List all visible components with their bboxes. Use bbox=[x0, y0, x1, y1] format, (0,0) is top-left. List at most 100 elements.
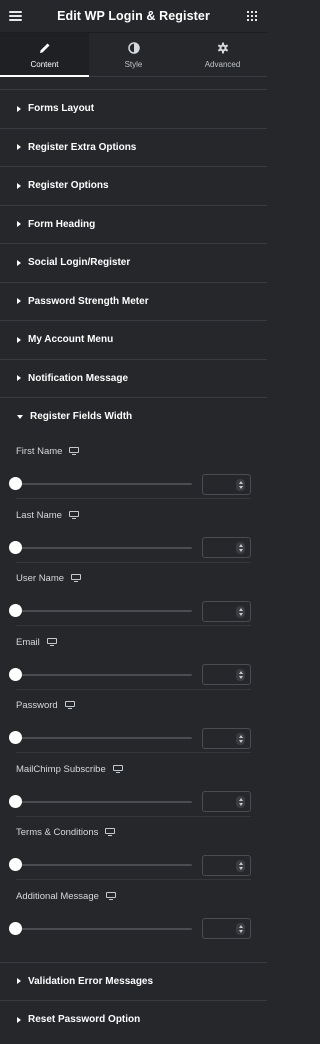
desktop-icon[interactable] bbox=[64, 701, 75, 710]
section-label: Form Heading bbox=[28, 218, 96, 230]
width-slider[interactable] bbox=[9, 858, 192, 872]
field-label: Terms & Conditions bbox=[16, 827, 99, 838]
section-reset-password-option[interactable]: Reset Password Option bbox=[0, 1000, 267, 1039]
section-label: My Account Menu bbox=[28, 334, 114, 346]
section-register-fields-width[interactable]: Register Fields Width bbox=[0, 397, 267, 436]
section-forms-layout[interactable]: Forms Layout bbox=[0, 89, 267, 128]
desktop-icon[interactable] bbox=[68, 510, 79, 520]
spinner-icon[interactable] bbox=[236, 478, 245, 491]
section-label: Social Login/Register bbox=[28, 257, 131, 269]
field-label: Additional Message bbox=[16, 890, 99, 902]
slider-handle[interactable] bbox=[9, 858, 22, 871]
caret-right-icon bbox=[17, 144, 21, 151]
desktop-icon[interactable] bbox=[69, 447, 80, 456]
width-slider[interactable] bbox=[9, 731, 192, 745]
field-first-name-width: First Name bbox=[9, 436, 251, 499]
section-social-login-register[interactable]: Social Login/Register bbox=[0, 243, 267, 282]
width-slider[interactable] bbox=[9, 667, 192, 682]
width-number-input[interactable] bbox=[202, 600, 251, 622]
tab-style[interactable]: Style bbox=[89, 33, 178, 76]
section-my-account-menu[interactable]: My Account Menu bbox=[0, 320, 267, 359]
width-number-input[interactable] bbox=[202, 727, 251, 749]
spinner-icon[interactable] bbox=[236, 796, 245, 808]
field-label: First Name bbox=[16, 446, 63, 457]
panel-header: Edit WP Login & Register bbox=[0, 0, 267, 33]
tab-advanced[interactable]: Advanced bbox=[178, 33, 267, 76]
field-email-width: Email bbox=[9, 626, 251, 690]
grid-icon[interactable] bbox=[247, 11, 257, 21]
section-label: Register Options bbox=[28, 180, 109, 192]
spinner-icon[interactable] bbox=[236, 859, 245, 872]
tab-label: Style bbox=[124, 59, 143, 69]
section-register-extra-options[interactable]: Register Extra Options bbox=[0, 127, 267, 167]
field-last-name-width: Last Name bbox=[9, 499, 251, 563]
hamburger-icon[interactable] bbox=[9, 11, 22, 21]
pencil-icon bbox=[38, 41, 52, 55]
desktop-icon[interactable] bbox=[105, 891, 116, 901]
spinner-icon[interactable] bbox=[236, 923, 245, 935]
caret-right-icon bbox=[17, 1016, 21, 1023]
field-terms-conditions-width: Terms & Conditions bbox=[9, 817, 251, 880]
panel-title: Edit WP Login & Register bbox=[57, 9, 210, 23]
width-number-input[interactable] bbox=[202, 537, 251, 558]
field-password-width: Password bbox=[9, 690, 251, 753]
caret-right-icon bbox=[17, 978, 21, 985]
width-number-input[interactable] bbox=[202, 664, 251, 685]
desktop-icon[interactable] bbox=[112, 764, 123, 774]
tab-label: Advanced bbox=[204, 59, 241, 69]
width-slider[interactable] bbox=[9, 794, 192, 809]
caret-down-icon bbox=[17, 414, 23, 419]
tab-label: Content bbox=[30, 59, 59, 69]
panel-tabs: Content Style Advanced bbox=[0, 33, 267, 77]
spinner-icon[interactable] bbox=[236, 542, 245, 554]
width-slider[interactable] bbox=[9, 540, 192, 555]
section-notification-message[interactable]: Notification Message bbox=[0, 358, 267, 398]
caret-right-icon bbox=[17, 105, 21, 112]
section-password-strength-meter[interactable]: Password Strength Meter bbox=[0, 281, 267, 321]
caret-right-icon bbox=[17, 375, 21, 382]
width-number-input[interactable] bbox=[202, 473, 251, 495]
section-label: Forms Layout bbox=[28, 103, 95, 115]
section-label: Register Fields Width bbox=[30, 411, 133, 423]
field-label: MailChimp Subscribe bbox=[16, 763, 106, 775]
field-label: Last Name bbox=[16, 509, 62, 521]
width-number-input[interactable] bbox=[202, 791, 251, 812]
slider-handle[interactable] bbox=[9, 667, 22, 681]
width-slider[interactable] bbox=[9, 921, 192, 936]
caret-right-icon bbox=[17, 259, 21, 266]
section-label: Notification Message bbox=[28, 372, 129, 384]
width-number-input[interactable] bbox=[202, 854, 251, 876]
field-label: Email bbox=[16, 636, 40, 648]
caret-right-icon bbox=[17, 182, 21, 189]
spinner-icon[interactable] bbox=[236, 605, 245, 618]
caret-right-icon bbox=[17, 221, 21, 228]
tab-content[interactable]: Content bbox=[0, 33, 89, 77]
caret-right-icon bbox=[17, 298, 21, 305]
width-number-input[interactable] bbox=[202, 918, 251, 939]
slider-handle[interactable] bbox=[9, 540, 22, 554]
field-additional-message-width: Additional Message bbox=[9, 880, 251, 944]
desktop-icon[interactable] bbox=[105, 828, 116, 837]
slider-handle[interactable] bbox=[9, 794, 22, 808]
width-slider[interactable] bbox=[9, 477, 192, 491]
contrast-icon bbox=[127, 41, 141, 55]
spinner-icon[interactable] bbox=[236, 732, 245, 745]
section-validation-error-messages[interactable]: Validation Error Messages bbox=[0, 961, 267, 1001]
slider-handle[interactable] bbox=[9, 604, 22, 617]
section-label: Password Strength Meter bbox=[28, 295, 149, 307]
slider-handle[interactable] bbox=[9, 731, 22, 744]
section-form-heading[interactable]: Form Heading bbox=[0, 204, 267, 244]
slider-handle[interactable] bbox=[9, 921, 22, 935]
section-register-options[interactable]: Register Options bbox=[0, 166, 267, 205]
field-mailchimp-subscribe-width: MailChimp Subscribe bbox=[9, 753, 251, 817]
section-label: Reset Password Option bbox=[28, 1014, 141, 1026]
section-label: Validation Error Messages bbox=[28, 975, 154, 987]
field-label: Password bbox=[16, 700, 58, 711]
caret-right-icon bbox=[17, 336, 21, 343]
slider-handle[interactable] bbox=[9, 477, 22, 490]
desktop-icon[interactable] bbox=[71, 574, 82, 583]
spinner-icon[interactable] bbox=[236, 669, 245, 681]
field-label: User Name bbox=[16, 573, 65, 584]
width-slider[interactable] bbox=[9, 604, 192, 618]
desktop-icon[interactable] bbox=[46, 637, 57, 647]
